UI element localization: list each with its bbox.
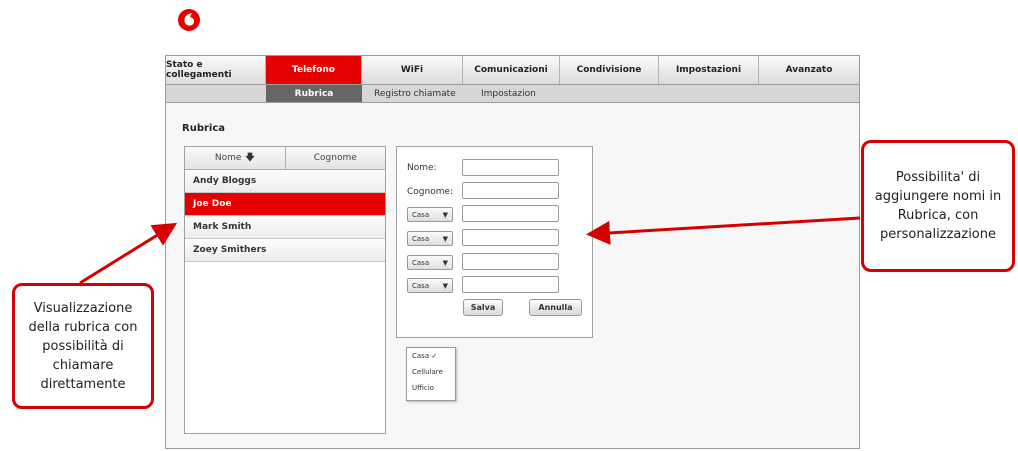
callout-add-contacts: Possibilita' di aggiungere nomi in Rubri…: [861, 140, 1015, 272]
callout-view-contacts: Visualizzazione della rubrica con possib…: [12, 283, 154, 409]
arrow-to-form: [586, 216, 861, 245]
arrow-to-list: [79, 222, 178, 285]
